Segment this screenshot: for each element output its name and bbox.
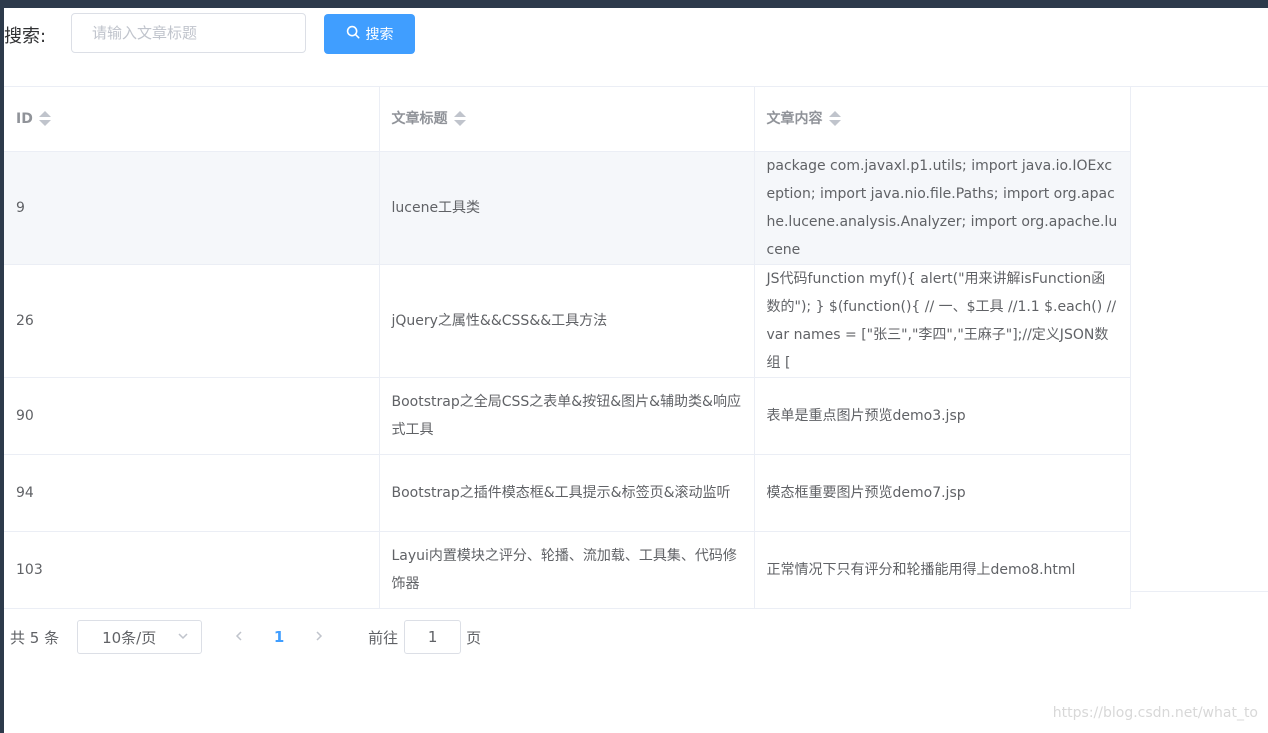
table-header-row: ID 文章标题 文章内容 xyxy=(4,87,1131,152)
pagination: 共 5 条 10条/页 1 前往 页 xyxy=(10,620,481,654)
search-label: 搜索: xyxy=(4,26,47,47)
chevron-left-icon xyxy=(233,628,245,646)
cell-title: lucene工具类 xyxy=(379,151,755,265)
column-header-id[interactable]: ID xyxy=(4,87,380,152)
cell-id: 103 xyxy=(4,531,380,609)
jump-to-page-input[interactable] xyxy=(404,620,462,654)
cell-title: Bootstrap之全局CSS之表单&按钮&图片&辅助类&响应式工具 xyxy=(379,377,755,455)
page-size-select[interactable]: 10条/页 xyxy=(77,620,203,654)
cell-content: 正常情况下只有评分和轮播能用得上demo8.html xyxy=(754,531,1131,609)
cell-id: 94 xyxy=(4,454,380,532)
cell-title: jQuery之属性&&CSS&&工具方法 xyxy=(379,264,755,378)
column-header-content[interactable]: 文章内容 xyxy=(754,87,1131,152)
table-row[interactable]: 103 Layui内置模块之评分、轮播、流加载、工具集、代码修饰器 正常情况下只… xyxy=(4,531,1131,609)
jump-to-suffix: 页 xyxy=(466,628,482,647)
column-header-title[interactable]: 文章标题 xyxy=(379,87,755,152)
top-nav-strip xyxy=(0,0,1268,8)
search-input[interactable] xyxy=(71,13,306,53)
search-button-label: 搜索 xyxy=(365,27,394,43)
chevron-right-icon xyxy=(313,628,325,646)
cell-id: 90 xyxy=(4,377,380,455)
cell-id: 26 xyxy=(4,264,380,378)
table-row[interactable]: 26 jQuery之属性&&CSS&&工具方法 JS代码function myf… xyxy=(4,264,1131,378)
jump-to-label: 前往 xyxy=(368,628,399,647)
page-number-current[interactable]: 1 xyxy=(260,628,298,646)
pagination-total: 共 5 条 xyxy=(10,628,60,647)
table-row[interactable]: 94 Bootstrap之插件模态框&工具提示&标签页&滚动监听 模态框重要图片… xyxy=(4,454,1131,532)
sort-caret-icon[interactable] xyxy=(453,111,466,127)
cell-content: JS代码function myf(){ alert("用来讲解isFunctio… xyxy=(754,264,1131,378)
cell-id: 9 xyxy=(4,151,380,265)
table-row[interactable]: 9 lucene工具类 package com.javaxl.p1.utils;… xyxy=(4,151,1131,265)
cell-content: 模态框重要图片预览demo7.jsp xyxy=(754,454,1131,532)
cell-title: Bootstrap之插件模态框&工具提示&标签页&滚动监听 xyxy=(379,454,755,532)
watermark: https://blog.csdn.net/what_to xyxy=(1052,705,1258,721)
articles-table: ID 文章标题 文章内容 9 lucene工具类 package com.jav… xyxy=(4,86,1268,609)
table-bottom-rule xyxy=(1130,591,1268,592)
next-page-button[interactable] xyxy=(304,620,334,654)
cell-title: Layui内置模块之评分、轮播、流加载、工具集、代码修饰器 xyxy=(379,531,755,609)
sort-caret-icon[interactable] xyxy=(38,111,51,127)
search-icon xyxy=(346,25,360,43)
table-row[interactable]: 90 Bootstrap之全局CSS之表单&按钮&图片&辅助类&响应式工具 表单… xyxy=(4,377,1131,455)
sort-caret-icon[interactable] xyxy=(828,111,841,127)
cell-content: 表单是重点图片预览demo3.jsp xyxy=(754,377,1131,455)
prev-page-button[interactable] xyxy=(224,620,254,654)
chevron-down-icon xyxy=(177,628,189,646)
search-button[interactable]: 搜索 xyxy=(324,14,415,54)
cell-content: package com.javaxl.p1.utils; import java… xyxy=(754,151,1131,265)
page-size-value: 10条/页 xyxy=(102,628,157,647)
